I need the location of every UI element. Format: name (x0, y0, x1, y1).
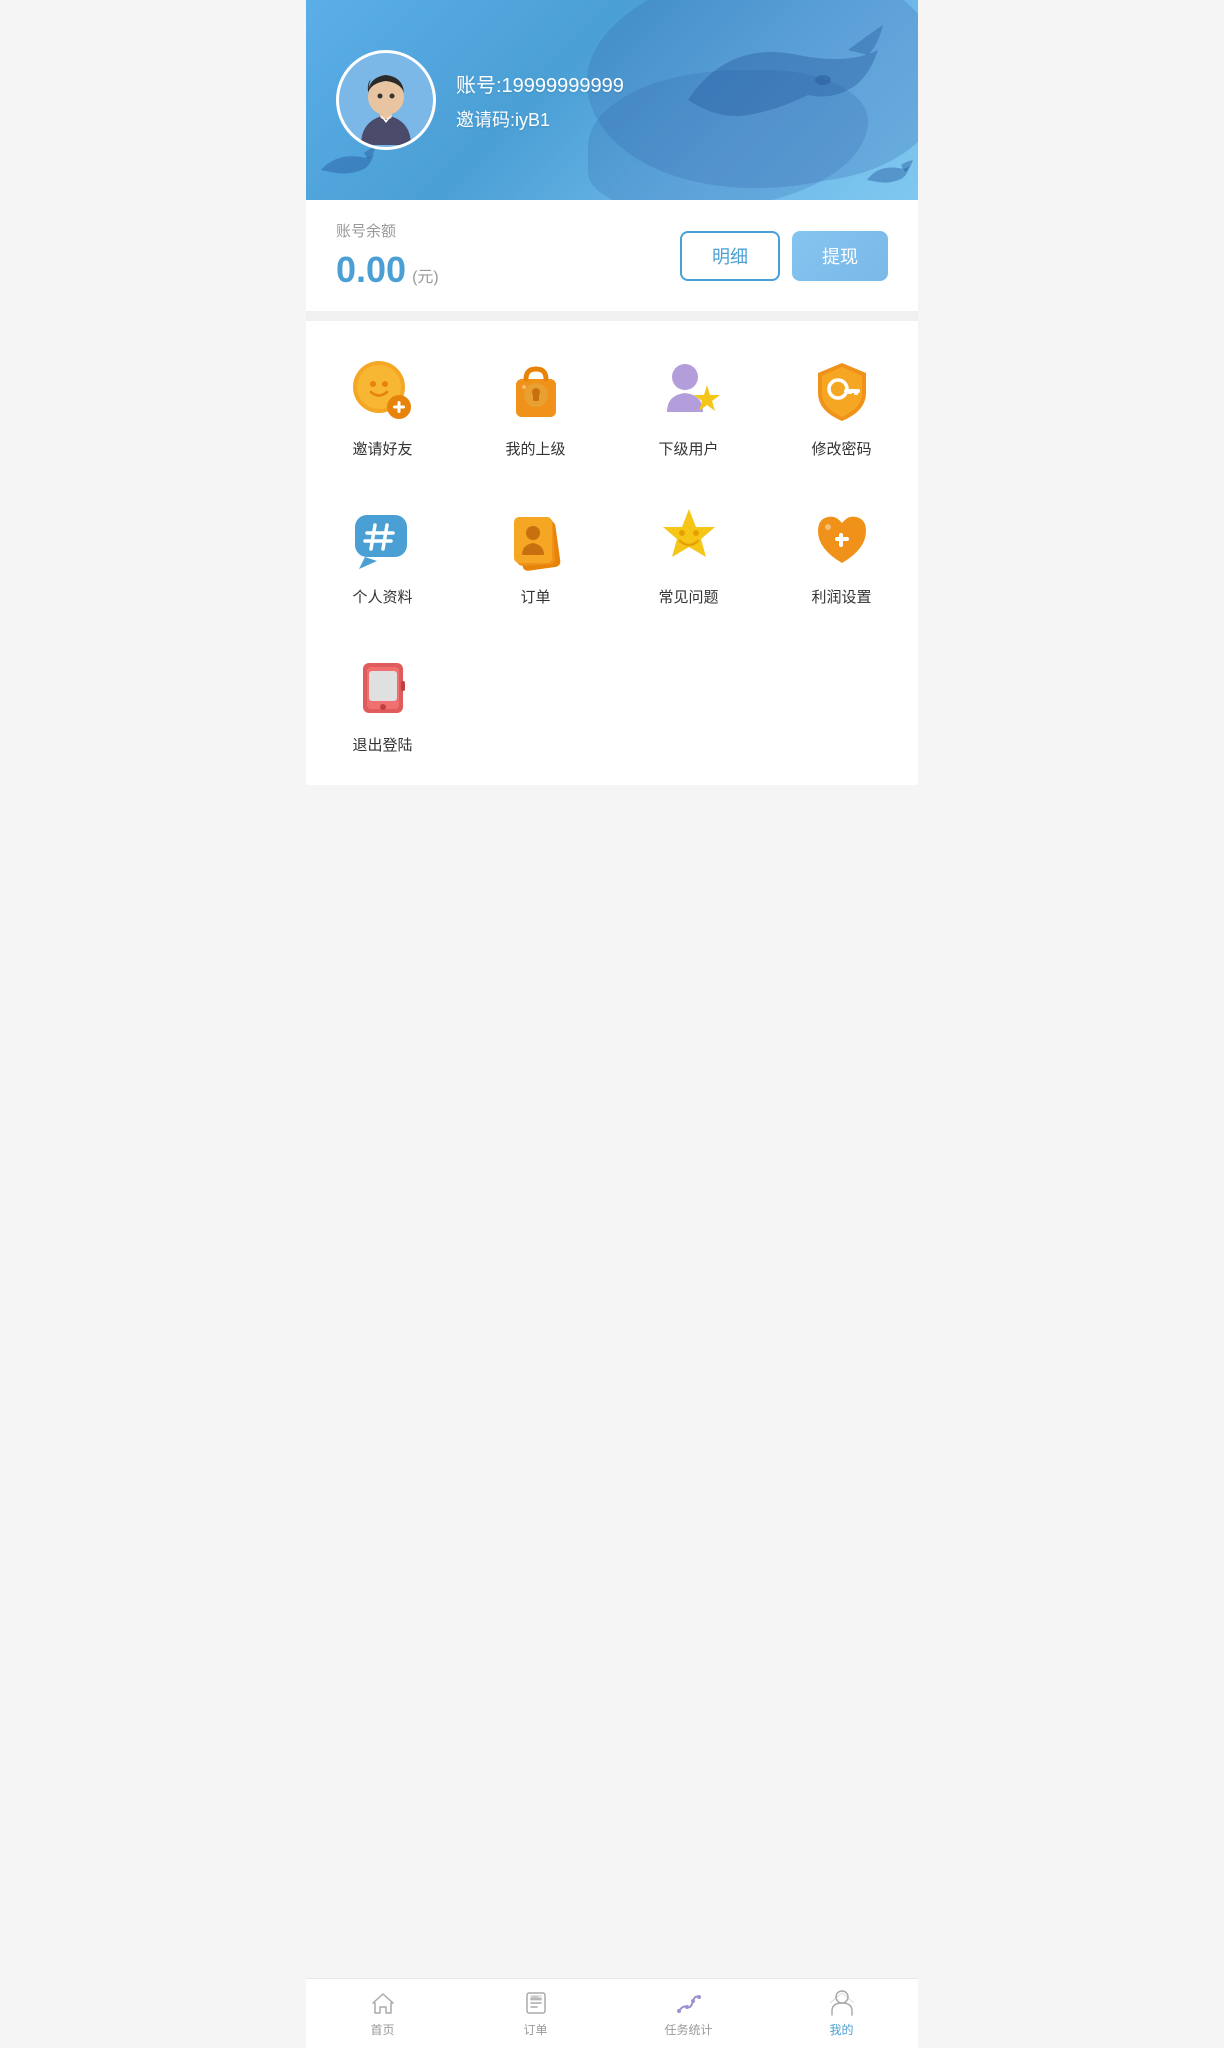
menu-label-my-superior: 我的上级 (505, 438, 565, 459)
menu-label-sub-users: 下级用户 (658, 438, 718, 459)
menu-label-faq: 常见问题 (658, 586, 718, 607)
profile-icon (348, 504, 418, 574)
menu-label-change-password: 修改密码 (811, 438, 871, 459)
change-password-icon (807, 356, 877, 426)
page-content: 账号:19999999999 邀请码:iyB1 账号余额 0.00 (元) 明细… (306, 0, 918, 865)
mine-icon (828, 1989, 856, 2017)
menu-label-profit-settings: 利润设置 (811, 586, 871, 607)
whale-main-icon (668, 20, 888, 140)
logout-icon (348, 652, 418, 722)
detail-button[interactable]: 明细 (680, 231, 780, 281)
sub-users-icon (654, 356, 724, 426)
user-account: 账号:19999999999 (456, 69, 624, 98)
avatar (336, 50, 436, 150)
menu-label-profile: 个人资料 (352, 586, 412, 607)
menu-item-faq[interactable]: 常见问题 (612, 479, 765, 627)
bottom-nav: 首页 订单 任务统计 (306, 1978, 918, 2048)
nav-item-orders[interactable]: 订单 (459, 1979, 612, 2048)
menu-item-logout[interactable]: 退出登陆 (306, 627, 459, 775)
menu-label-logout: 退出登陆 (352, 734, 412, 755)
whale-small-left-icon (316, 145, 376, 180)
divider (306, 311, 918, 321)
menu-section: 邀请好友 (306, 321, 918, 785)
orders-icon (501, 504, 571, 574)
nav-item-task-stats[interactable]: 任务统计 (612, 1979, 765, 2048)
orders-nav-icon (522, 1989, 550, 2017)
whale-small-right-icon (863, 160, 913, 190)
nav-item-home[interactable]: 首页 (306, 1979, 459, 2048)
menu-label-invite-friend: 邀请好友 (352, 438, 412, 459)
user-info: 账号:19999999999 邀请码:iyB1 (456, 69, 624, 132)
menu-item-change-password[interactable]: 修改密码 (765, 331, 918, 479)
menu-label-orders: 订单 (520, 586, 550, 607)
user-invite-code: 邀请码:iyB1 (456, 106, 624, 132)
balance-label: 账号余额 (336, 220, 439, 241)
menu-item-orders[interactable]: 订单 (459, 479, 612, 627)
header-banner: 账号:19999999999 邀请码:iyB1 (306, 0, 918, 200)
home-icon (369, 1989, 397, 2017)
balance-number: 0.00 (336, 249, 406, 291)
menu-item-profile[interactable]: 个人资料 (306, 479, 459, 627)
menu-item-sub-users[interactable]: 下级用户 (612, 331, 765, 479)
nav-label-task-stats: 任务统计 (664, 2021, 712, 2038)
menu-item-profit-settings[interactable]: 利润设置 (765, 479, 918, 627)
balance-buttons: 明细 提现 (680, 231, 888, 281)
avatar-image (341, 55, 431, 145)
nav-label-mine: 我的 (829, 2021, 853, 2038)
balance-unit: (元) (412, 263, 439, 287)
menu-grid: 邀请好友 (306, 331, 918, 775)
profit-settings-icon (807, 504, 877, 574)
faq-icon (654, 504, 724, 574)
balance-section: 账号余额 0.00 (元) 明细 提现 (306, 200, 918, 311)
menu-item-my-superior[interactable]: 我的上级 (459, 331, 612, 479)
balance-left: 账号余额 0.00 (元) (336, 220, 439, 291)
my-superior-icon (501, 356, 571, 426)
task-stats-icon (675, 1989, 703, 2017)
invite-friend-icon (348, 356, 418, 426)
withdraw-button[interactable]: 提现 (792, 231, 888, 281)
menu-item-invite-friend[interactable]: 邀请好友 (306, 331, 459, 479)
nav-item-mine[interactable]: 我的 (765, 1979, 918, 2048)
nav-label-orders: 订单 (523, 2021, 547, 2038)
balance-amount: 0.00 (元) (336, 249, 439, 291)
nav-label-home: 首页 (370, 2021, 394, 2038)
